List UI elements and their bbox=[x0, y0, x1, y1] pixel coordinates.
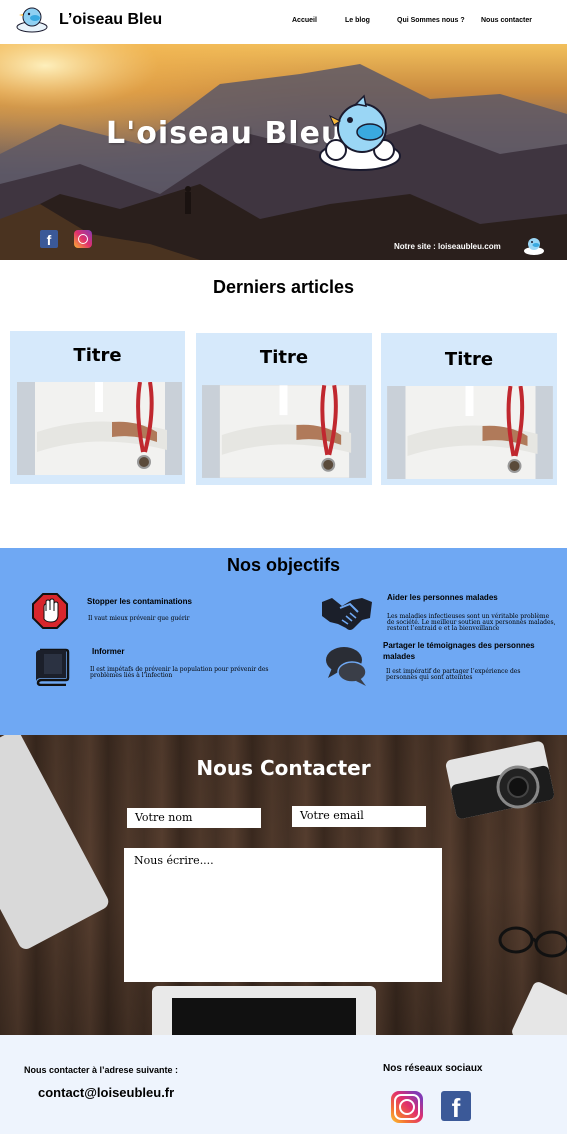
stop-hand-icon bbox=[32, 593, 68, 629]
tablet-screen bbox=[172, 998, 356, 1035]
objective-title: Stopper les contaminations bbox=[87, 597, 192, 606]
objective-title: Informer bbox=[92, 647, 125, 656]
bird-mascot-icon bbox=[319, 94, 401, 171]
objective-text: Il est impératif de partager l’expérienc… bbox=[386, 668, 521, 681]
nav-blog[interactable]: Le blog bbox=[345, 17, 370, 24]
facebook-icon[interactable]: f bbox=[441, 1091, 471, 1121]
site-footer: Nous contacter à l’adrese suivante : con… bbox=[0, 1035, 567, 1134]
doctor-image bbox=[17, 382, 182, 475]
article-card[interactable]: Titre bbox=[196, 333, 372, 485]
hero-title: L'oiseau Bleu bbox=[106, 116, 344, 151]
contact-heading: Nous Contacter bbox=[196, 756, 371, 780]
mountain-landscape-image bbox=[0, 44, 567, 260]
objective-title: Partager le témoignages des personnes ma… bbox=[383, 641, 535, 661]
instagram-icon[interactable] bbox=[74, 230, 92, 248]
glasses-image bbox=[498, 926, 567, 958]
book-icon bbox=[36, 648, 70, 686]
chat-bubbles-icon bbox=[326, 647, 367, 686]
objectives-heading: Nos objectifs bbox=[226, 555, 341, 575]
instagram-icon[interactable] bbox=[391, 1091, 423, 1123]
footer-social-label: Nos réseaux sociaux bbox=[383, 1063, 483, 1074]
objective-title: Aider les personnes malades bbox=[387, 593, 498, 602]
nav-home[interactable]: Accueil bbox=[292, 17, 317, 24]
article-title[interactable]: Titre bbox=[10, 345, 185, 366]
objective-text: Les maladies infectieuses sont un vérita… bbox=[387, 613, 556, 632]
camera-image bbox=[445, 741, 555, 819]
tablet-image bbox=[152, 986, 376, 1035]
email-field[interactable]: Votre email bbox=[292, 806, 426, 827]
nav-contact[interactable]: Nous contacter bbox=[481, 17, 532, 24]
article-title[interactable]: Titre bbox=[381, 349, 557, 370]
objective-text: Il vaut mieux prévenir que guérir bbox=[88, 615, 190, 622]
small-bird-icon bbox=[524, 238, 544, 255]
doctor-image bbox=[202, 385, 366, 478]
doctor-image bbox=[387, 386, 553, 479]
hero-banner: L'oiseau Bleu f Notre site : loiseaubleu… bbox=[0, 44, 567, 260]
footer-email-link[interactable]: contact@loiseubleu.fr bbox=[38, 1085, 174, 1100]
objectives-section: Nos objectifs Stopper les contaminations… bbox=[0, 548, 567, 735]
site-header: L’oiseau Bleu Accueil Le blog Qui Sommes… bbox=[0, 0, 567, 44]
facebook-icon[interactable]: f bbox=[40, 230, 58, 248]
handshake-icon bbox=[322, 598, 372, 630]
contact-section: Nous Contacter Votre nom Votre email Nou… bbox=[0, 735, 567, 1035]
message-textarea[interactable]: Nous écrire.... bbox=[124, 848, 442, 982]
nav-about[interactable]: Qui Sommes nous ? bbox=[397, 17, 465, 24]
hero-site-line[interactable]: Notre site : loiseaubleu.com bbox=[394, 242, 501, 251]
phone-image bbox=[510, 980, 567, 1035]
footer-address-label: Nous contacter à l’adrese suivante : bbox=[24, 1065, 179, 1075]
bird-logo-icon[interactable] bbox=[16, 3, 48, 33]
article-card[interactable]: Titre bbox=[10, 331, 185, 484]
site-name[interactable]: L’oiseau Bleu bbox=[59, 11, 162, 29]
article-title[interactable]: Titre bbox=[196, 347, 372, 368]
objective-text: Il est impétafs de prévenir la populatio… bbox=[90, 666, 269, 679]
article-card[interactable]: Titre bbox=[381, 333, 557, 485]
name-field[interactable]: Votre nom bbox=[127, 808, 261, 828]
articles-heading: Derniers articles bbox=[212, 277, 355, 297]
